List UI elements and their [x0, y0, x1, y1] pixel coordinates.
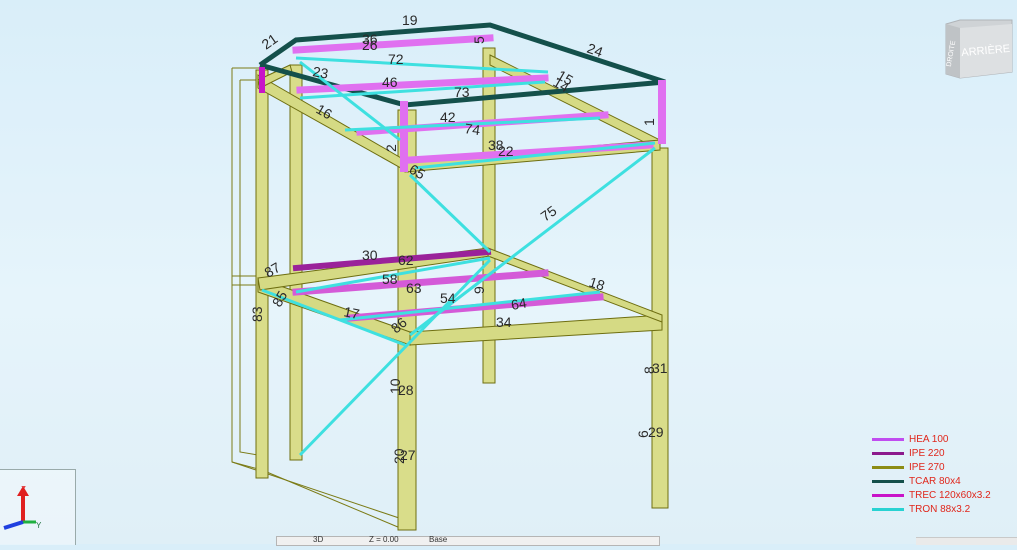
member-label: 64 — [510, 294, 528, 312]
member-label: 2 — [383, 144, 399, 152]
member-label: 29 — [648, 424, 664, 440]
member-label: 28 — [398, 382, 414, 398]
z-axis-label: Z — [21, 485, 26, 494]
view-cube[interactable]: ARRIÈRE DROITE — [942, 18, 1014, 84]
legend-swatch — [872, 479, 904, 483]
member-label: 1 — [641, 118, 657, 126]
member-label: 36 — [362, 31, 378, 47]
status-view: 3D — [313, 535, 324, 544]
legend-swatch — [872, 451, 904, 455]
member-label: 63 — [406, 280, 422, 296]
axis-triad: Z Y — [0, 469, 76, 545]
member-label: 34 — [496, 314, 512, 330]
member-label: 5 — [471, 36, 487, 44]
member-label: 42 — [440, 109, 456, 125]
member-label: 62 — [398, 252, 414, 268]
member-label: 23 — [311, 63, 329, 81]
legend-swatch — [872, 465, 904, 469]
member-label: 46 — [382, 74, 398, 90]
section-legend: HEA 100 IPE 220 IPE 270 TCAR 80x4 TREC 1… — [872, 432, 1012, 516]
legend-item: TRON 88x3.2 — [872, 502, 1012, 516]
legend-item: IPE 270 — [872, 460, 1012, 474]
3d-structure-viewport[interactable]: 19 21 26 36 5 72 24 23 46 14 15 73 1 16 … — [0, 0, 1017, 544]
x-axis-arrow — [3, 520, 24, 530]
member-label: 27 — [400, 447, 416, 463]
member-label: 75 — [538, 202, 560, 224]
status-base: Base — [429, 535, 448, 544]
legend-swatch — [872, 507, 904, 511]
status-level: Z = 0.00 — [369, 535, 399, 544]
member-label: 72 — [388, 51, 404, 67]
member-label: 54 — [440, 290, 456, 306]
legend-label: TCAR 80x4 — [909, 475, 961, 487]
legend-item: TREC 120x60x3.2 — [872, 488, 1012, 502]
member-label: 83 — [249, 306, 265, 322]
legend-label: IPE 270 — [909, 461, 945, 473]
legend-swatch — [872, 437, 904, 441]
member-label: 19 — [402, 12, 418, 28]
y-axis-label: Y — [36, 521, 42, 530]
legend-label: IPE 220 — [909, 447, 945, 459]
member-label: 58 — [382, 271, 398, 287]
legend-label: HEA 100 — [909, 433, 949, 445]
member-label: 9 — [471, 286, 487, 294]
member-label: 30 — [362, 247, 378, 263]
member-label: 73 — [454, 84, 470, 100]
status-bar[interactable]: 3D Z = 0.00 Base — [276, 535, 660, 546]
legend-label: TRON 88x3.2 — [909, 503, 971, 515]
member-label: 21 — [259, 30, 281, 52]
legend-label: TREC 120x60x3.2 — [909, 489, 991, 501]
legend-item: TCAR 80x4 — [872, 474, 1012, 488]
legend-item: IPE 220 — [872, 446, 1012, 460]
legend-item: HEA 100 — [872, 432, 1012, 446]
member-label: 31 — [652, 360, 668, 376]
member-label: 22 — [498, 143, 514, 159]
member-label: 74 — [464, 120, 482, 138]
legend-swatch — [872, 493, 904, 497]
